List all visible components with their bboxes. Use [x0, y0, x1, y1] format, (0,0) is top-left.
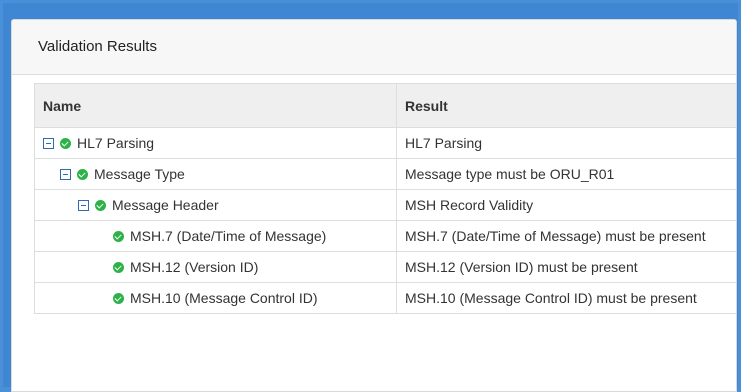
check-circle-icon	[113, 230, 124, 242]
result-cell: HL7 Parsing	[396, 127, 736, 159]
column-header-result[interactable]: Result	[396, 83, 736, 128]
panel-title: Validation Results	[12, 20, 736, 75]
name-cell: MSH.7 (Date/Time of Message)	[34, 220, 397, 252]
window-background: Validation Results Name Result HL7 Parsi…	[3, 3, 738, 392]
name-cell: HL7 Parsing	[34, 127, 397, 159]
table-row[interactable]: Message Type Message type must be ORU_R0…	[34, 158, 736, 190]
result-cell: MSH.10 (Message Control ID) must be pres…	[396, 282, 736, 314]
name-cell: Message Type	[34, 158, 397, 190]
row-name: MSH.10 (Message Control ID)	[130, 290, 318, 306]
table-row[interactable]: MSH.12 (Version ID) MSH.12 (Version ID) …	[34, 251, 736, 283]
result-cell: MSH.12 (Version ID) must be present	[396, 251, 736, 283]
result-cell: Message type must be ORU_R01	[396, 158, 736, 190]
table-row[interactable]: HL7 Parsing HL7 Parsing	[34, 127, 736, 159]
check-circle-icon	[77, 168, 88, 180]
result-cell: MSH Record Validity	[396, 189, 736, 221]
table-header-row: Name Result	[34, 83, 736, 128]
validation-results-panel: Validation Results Name Result HL7 Parsi…	[11, 19, 737, 392]
row-name: MSH.7 (Date/Time of Message)	[130, 228, 327, 244]
name-cell: MSH.10 (Message Control ID)	[34, 282, 397, 314]
check-circle-icon	[60, 137, 71, 149]
collapse-icon[interactable]	[60, 168, 71, 180]
results-table: Name Result HL7 Parsing HL7 Parsing Mess…	[34, 83, 736, 314]
results-table-container: Name Result HL7 Parsing HL7 Parsing Mess…	[34, 83, 736, 314]
result-cell: MSH.7 (Date/Time of Message) must be pre…	[396, 220, 736, 252]
collapse-icon[interactable]	[78, 199, 89, 211]
row-name: Message Type	[94, 166, 185, 182]
check-circle-icon	[113, 261, 124, 273]
row-name: MSH.12 (Version ID)	[130, 259, 259, 275]
table-row[interactable]: Message Header MSH Record Validity	[34, 189, 736, 221]
column-header-name[interactable]: Name	[34, 83, 397, 128]
row-name: HL7 Parsing	[77, 135, 155, 151]
table-row[interactable]: MSH.7 (Date/Time of Message) MSH.7 (Date…	[34, 220, 736, 252]
check-circle-icon	[113, 292, 124, 304]
collapse-icon[interactable]	[43, 137, 54, 149]
name-cell: MSH.12 (Version ID)	[34, 251, 397, 283]
row-name: Message Header	[112, 197, 219, 213]
table-row[interactable]: MSH.10 (Message Control ID) MSH.10 (Mess…	[34, 282, 736, 314]
name-cell: Message Header	[34, 189, 397, 221]
check-circle-icon	[95, 199, 106, 211]
